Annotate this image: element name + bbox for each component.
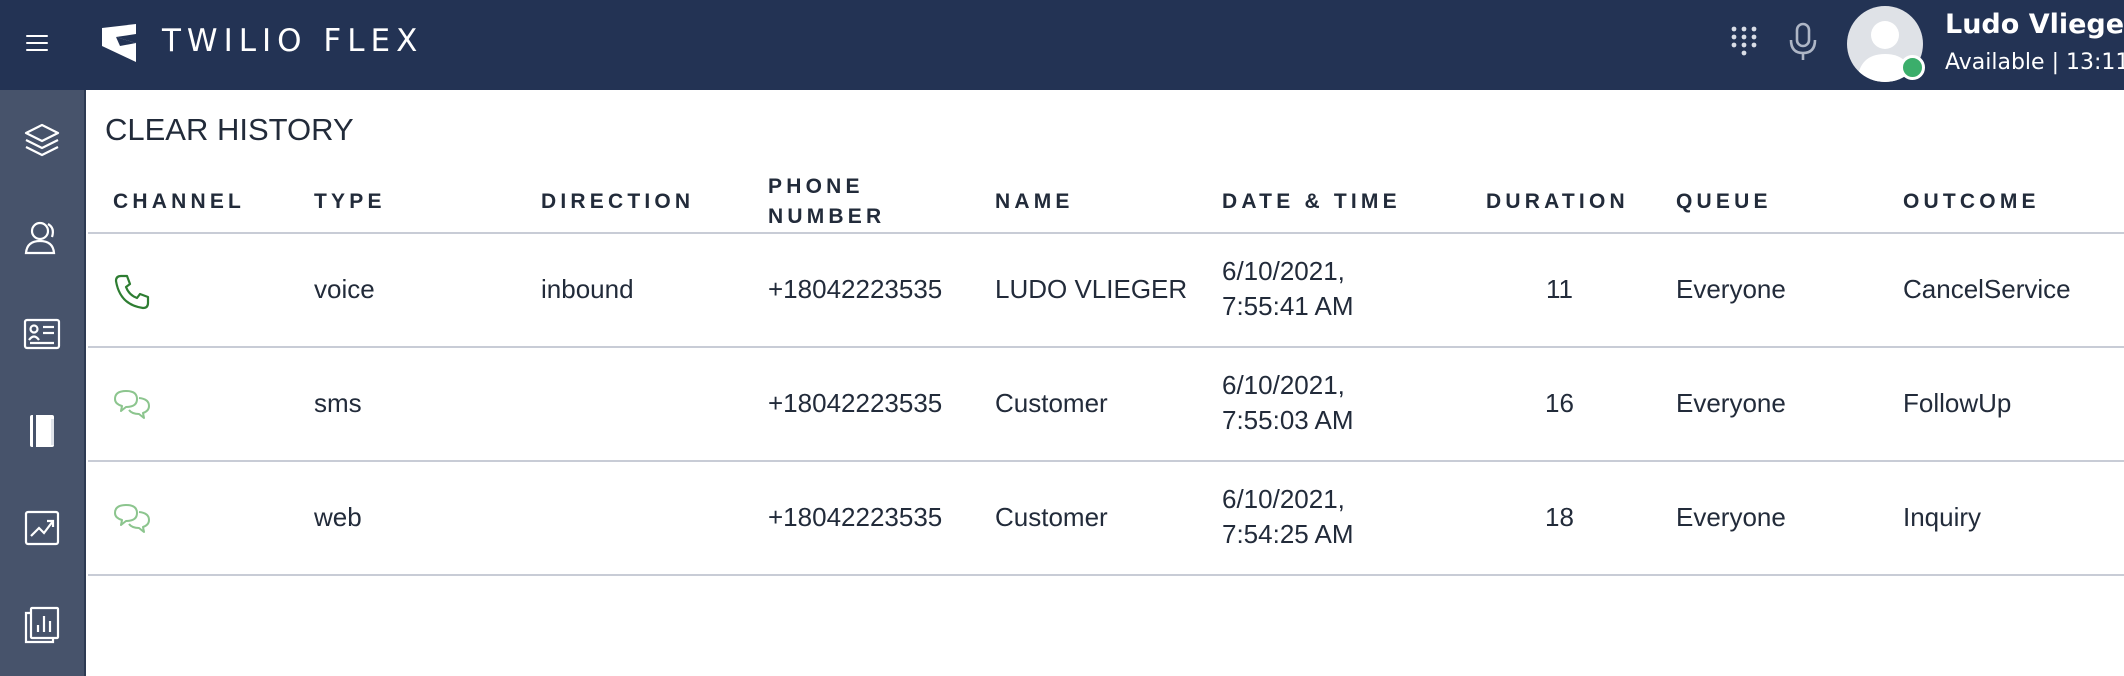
- nav-agent-desktop[interactable]: [0, 104, 84, 176]
- cell-direction: inbound: [541, 274, 634, 304]
- column-header-duration: DURATION: [1486, 190, 1629, 213]
- presence-indicator: [1900, 55, 1925, 80]
- cell-phone: +18042223535: [768, 274, 943, 304]
- notebook-icon: [30, 415, 54, 447]
- cell-queue: Everyone: [1676, 388, 1786, 418]
- layers-icon: [24, 123, 60, 157]
- column-header-queue: QUEUE: [1676, 190, 1772, 213]
- table-row[interactable]: web +18042223535 Customer 6/10/2021, 7:5…: [88, 462, 2124, 574]
- cell-duration: 11: [1546, 274, 1573, 304]
- cell-queue: Everyone: [1676, 502, 1786, 532]
- cell-queue: Everyone: [1676, 274, 1786, 304]
- nav-history[interactable]: [0, 395, 84, 467]
- chat-icon: [114, 504, 150, 533]
- cell-name: Customer: [995, 388, 1108, 418]
- column-header-datetime: DATE & TIME: [1222, 190, 1401, 213]
- cell-date: 6/10/2021,: [1222, 256, 1345, 286]
- column-header-name: NAME: [995, 190, 1074, 213]
- chat-icon: [114, 390, 150, 419]
- phone-icon: [114, 274, 150, 310]
- cell-phone: +18042223535: [768, 388, 943, 418]
- trend-chart-icon: [24, 510, 60, 546]
- user-status[interactable]: Available | 13:11: [1945, 50, 2124, 75]
- cell-type: web: [314, 502, 362, 532]
- cell-time: 7:55:41 AM: [1222, 291, 1354, 321]
- row-divider: [88, 574, 2124, 576]
- contact-card-icon: [23, 318, 61, 350]
- cell-duration: 18: [1545, 502, 1574, 532]
- cell-phone: +18042223535: [768, 502, 943, 532]
- person-icon: [24, 221, 56, 255]
- cell-name: LUDO VLIEGER: [995, 274, 1188, 304]
- nav-insights[interactable]: [0, 492, 84, 564]
- cell-type: voice: [314, 274, 375, 304]
- clear-history-button[interactable]: CLEAR HISTORY: [105, 112, 354, 148]
- cell-time: 7:54:25 AM: [1222, 519, 1354, 549]
- top-bar: TWILIO FLEX Ludo Vlieger Available | 13:…: [0, 0, 2124, 90]
- column-header-direction: DIRECTION: [541, 190, 695, 213]
- cell-outcome: CancelService: [1903, 274, 2071, 304]
- cell-date: 6/10/2021,: [1222, 370, 1345, 400]
- twilio-flex-logo: [102, 24, 136, 62]
- table-row[interactable]: voice inbound +18042223535 LUDO VLIEGER …: [88, 234, 2124, 346]
- column-header-phone-line2: NUMBER: [768, 205, 886, 228]
- column-header-channel: CHANNEL: [113, 190, 246, 213]
- dialpad-icon[interactable]: [1727, 24, 1761, 58]
- nav-reports[interactable]: [0, 589, 84, 661]
- bar-report-icon: [24, 606, 60, 644]
- side-nav: [0, 90, 86, 676]
- history-panel: CLEAR HISTORY CHANNEL TYPE DIRECTION PHO…: [88, 90, 2124, 676]
- cell-date: 6/10/2021,: [1222, 484, 1345, 514]
- brand-title: TWILIO FLEX: [162, 23, 424, 59]
- cell-outcome: Inquiry: [1903, 502, 1982, 532]
- microphone-icon[interactable]: [1786, 22, 1820, 62]
- column-header-type: TYPE: [314, 190, 386, 213]
- cell-duration: 16: [1545, 388, 1574, 418]
- column-header-phone-line1: PHONE: [768, 175, 864, 198]
- cell-outcome: FollowUp: [1903, 388, 2012, 418]
- user-name: Ludo Vlieger: [1945, 9, 2124, 40]
- nav-teams[interactable]: [0, 201, 84, 273]
- cell-type: sms: [314, 388, 362, 418]
- column-header-outcome: OUTCOME: [1903, 190, 2040, 213]
- table-row[interactable]: sms +18042223535 Customer 6/10/2021, 7:5…: [88, 348, 2124, 460]
- nav-contacts[interactable]: [0, 298, 84, 370]
- cell-time: 7:55:03 AM: [1222, 405, 1354, 435]
- cell-name: Customer: [995, 502, 1108, 532]
- menu-icon[interactable]: [22, 27, 54, 59]
